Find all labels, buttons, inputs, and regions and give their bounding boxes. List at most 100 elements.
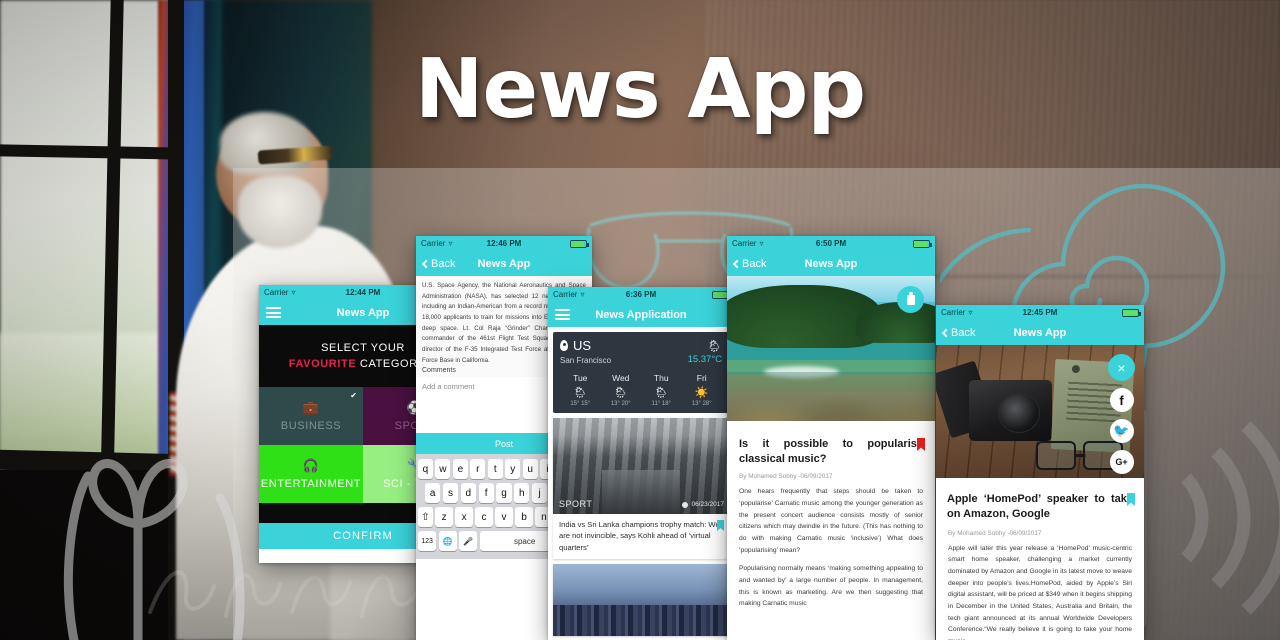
article-paragraph: One hears frequently that steps should b… xyxy=(739,488,923,554)
key[interactable]: v xyxy=(495,507,513,527)
forecast-row: Tue 🌦 15° 15° Wed 🌦 13° 20° Thu 🌦 11° 18… xyxy=(560,373,722,407)
category-label: BUSINESS xyxy=(280,420,342,432)
key[interactable]: g xyxy=(496,483,512,503)
status-time: 12:46 PM xyxy=(486,239,522,248)
article-title: Is it possible to popularise classical m… xyxy=(727,421,935,466)
status-battery xyxy=(913,239,932,248)
low-temp: 15° xyxy=(570,401,580,407)
weather-location: US xyxy=(560,338,591,353)
key[interactable]: y xyxy=(505,459,521,479)
forecast-day: Tue 🌦 15° 15° xyxy=(560,373,601,407)
camera-lens xyxy=(998,392,1040,433)
article-hero-image: × f 🐦 G+ ✆ xyxy=(936,345,1144,478)
check-icon: ✔ xyxy=(350,391,357,400)
globe-icon[interactable]: 🌐 xyxy=(438,531,457,551)
forecast-day: Fri ☀️ 13° 28° xyxy=(682,373,723,407)
key[interactable]: r xyxy=(470,459,486,479)
key[interactable]: s xyxy=(442,483,459,503)
close-icon[interactable]: × xyxy=(1108,354,1135,381)
back-label: Back xyxy=(742,257,767,270)
status-time: 6:50 PM xyxy=(815,239,847,248)
facebook-icon[interactable]: f xyxy=(1109,388,1134,412)
current-temperature: 15.37°C xyxy=(687,354,722,365)
category-business[interactable]: ✔ 💼 BUSINESS xyxy=(259,387,363,445)
location-pin-icon xyxy=(560,340,568,351)
bookmark-icon[interactable] xyxy=(717,520,724,531)
news-card[interactable] xyxy=(553,564,729,637)
article-title-text: Apple ‘HomePod’ speaker to take on Amazo… xyxy=(947,493,1133,521)
key[interactable]: w xyxy=(435,459,451,479)
hamburger-menu-icon[interactable] xyxy=(555,309,570,320)
numeric-key[interactable]: 123 xyxy=(417,531,437,551)
share-icon xyxy=(906,292,915,305)
clock-icon xyxy=(682,501,689,508)
forecast-temps: 13° 20° xyxy=(601,401,642,407)
city-skyline xyxy=(553,604,729,637)
battery-icon xyxy=(1122,308,1141,317)
article-paragraph: Popularising normally means ‘making some… xyxy=(739,565,923,608)
twitter-icon[interactable]: 🐦 xyxy=(1109,419,1134,443)
forecast-day: Wed 🌦 13° 20° xyxy=(601,373,642,407)
back-button[interactable]: Back xyxy=(732,257,767,270)
notebook-hole xyxy=(1071,365,1080,374)
key[interactable]: z xyxy=(435,507,453,527)
high-temp: 28° xyxy=(702,401,712,407)
forecast-day-name: Wed xyxy=(612,373,630,383)
navigation-bar: Back News App xyxy=(936,320,1144,345)
heading-line-2: FAVOURITE CATEGORIES xyxy=(289,358,438,370)
forecast-day: Thu 🌦 11° 18° xyxy=(641,373,682,407)
current-weather-icon: 🌦 xyxy=(706,338,722,353)
category-label: ENTERTAINMENT xyxy=(260,478,362,490)
street-road xyxy=(602,469,680,514)
category-entertainment[interactable]: 🎧 ENTERTAINMENT xyxy=(259,445,363,503)
forecast-temps: 15° 15° xyxy=(560,401,601,407)
key[interactable]: x xyxy=(455,507,473,527)
weather-subheader: San Francisco 15.37°C xyxy=(560,354,722,365)
hamburger-menu-icon[interactable] xyxy=(266,307,281,318)
share-button[interactable] xyxy=(897,286,924,313)
status-battery xyxy=(1122,308,1141,317)
lens-left xyxy=(1035,440,1077,471)
article-hero-image xyxy=(727,276,935,421)
key[interactable]: q xyxy=(417,459,433,479)
social-share-menu: × f 🐦 G+ ✆ xyxy=(1108,354,1135,478)
forecast-temps: 11° 18° xyxy=(641,401,682,407)
key[interactable]: b xyxy=(515,507,533,527)
forecast-temps: 13° 28° xyxy=(682,401,723,407)
back-button[interactable]: Back xyxy=(421,258,455,270)
article-byline: By Mohamed Sobhy -06/09/2017 xyxy=(739,473,833,481)
news-card[interactable]: SPORT 06/23/2017 India vs Sri Lanka cham… xyxy=(553,418,729,560)
status-bar: Carrier ▿ 12:45 PM xyxy=(936,305,1144,320)
high-temp: 15° xyxy=(581,401,591,407)
key[interactable]: t xyxy=(487,459,503,479)
key[interactable]: e xyxy=(452,459,468,479)
key[interactable]: u xyxy=(522,459,538,479)
key[interactable]: d xyxy=(460,483,476,503)
card-category-label: SPORT xyxy=(559,499,593,509)
forecast-weather-icon: ☀️ xyxy=(694,387,709,399)
weather-widget: US 🌦 San Francisco 15.37°C Tue 🌦 15° 15°… xyxy=(553,332,729,413)
microphone-icon[interactable]: 🎤 xyxy=(459,531,478,551)
key[interactable]: c xyxy=(475,507,493,527)
low-temp: 11° xyxy=(651,401,661,407)
high-temp: 20° xyxy=(621,401,631,407)
green-hill-right xyxy=(855,302,935,343)
shift-key[interactable]: ⇧ xyxy=(418,507,433,527)
google-plus-icon[interactable]: G+ xyxy=(1109,450,1134,474)
battery-icon xyxy=(913,239,932,248)
key[interactable]: h xyxy=(514,483,530,503)
card-date-label: 06/23/2017 xyxy=(691,501,724,508)
back-button[interactable]: Back xyxy=(941,327,975,339)
key[interactable]: j xyxy=(531,483,548,503)
chevron-left-icon xyxy=(941,328,951,337)
status-time: 12:45 PM xyxy=(1022,308,1058,317)
key[interactable]: a xyxy=(425,483,441,503)
phone-mockup-share: Carrier ▿ 12:45 PM Back News App × f 🐦 G… xyxy=(936,305,1144,640)
status-bar: Carrier ▿ 6:50 PM xyxy=(727,236,935,251)
battery-icon xyxy=(570,239,589,248)
key[interactable]: f xyxy=(478,483,494,503)
forecast-day-name: Fri xyxy=(696,373,707,383)
heading-favourite: FAVOURITE xyxy=(288,358,357,370)
forecast-weather-icon: 🌦 xyxy=(613,387,628,399)
article-byline: By Mohamed Sobhy -06/09/2017 xyxy=(948,529,1042,537)
